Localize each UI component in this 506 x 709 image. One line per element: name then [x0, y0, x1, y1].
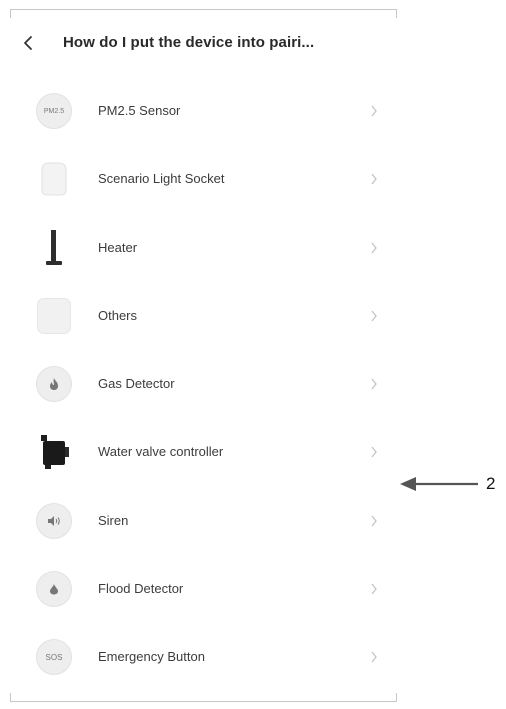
list-item-emergency-button[interactable]: SOS Emergency Button: [0, 623, 400, 691]
pm25-sensor-icon: PM2.5: [34, 91, 74, 131]
list-item-label: Heater: [98, 239, 138, 255]
chevron-right-icon: [371, 651, 377, 663]
list-item-heater[interactable]: Heater: [0, 214, 400, 282]
chevron-right-icon: [371, 515, 377, 527]
sos-icon: SOS: [34, 637, 74, 677]
list-item-label: Scenario Light Socket: [98, 171, 225, 187]
callout-arrow-icon: [400, 477, 478, 491]
device-pairing-help-screen: How do I put the device into pairi... PM…: [0, 0, 506, 709]
screen-frame-bottom: [10, 692, 397, 702]
chevron-right-icon: [371, 242, 377, 253]
list-item-gas-detector[interactable]: Gas Detector: [0, 350, 400, 418]
pm25-badge: PM2.5: [36, 93, 72, 129]
list-item-others[interactable]: Others: [0, 282, 400, 350]
list-item-pm25-sensor[interactable]: PM2.5 PM2.5 Sensor: [0, 77, 400, 145]
light-socket-icon: [34, 159, 74, 199]
back-button[interactable]: [17, 32, 39, 54]
list-item-flood-detector[interactable]: Flood Detector: [0, 555, 400, 623]
chevron-right-icon: [371, 447, 377, 458]
chevron-right-icon: [371, 173, 377, 185]
list-item-label: Gas Detector: [98, 376, 175, 392]
chevron-right-icon: [371, 378, 377, 390]
list-item-label: Siren: [98, 512, 129, 528]
list-item-label: Others: [98, 307, 138, 323]
list-item-label: PM2.5 Sensor: [98, 103, 181, 118]
water-drop-icon: [34, 569, 74, 609]
screen-frame-top: [10, 9, 397, 19]
callout-number: 2: [486, 474, 496, 493]
water-valve-icon: [34, 432, 74, 472]
chevron-left-icon: [24, 36, 32, 50]
list-item-label: Flood Detector: [98, 581, 184, 597]
speaker-icon: [34, 501, 74, 541]
flame-icon: [34, 364, 74, 404]
device-list: PM2.5 PM2.5 Sensor Scenario Light Socket…: [0, 77, 400, 692]
list-item-label: Emergency Button: [98, 649, 205, 665]
heater-icon: [34, 228, 74, 268]
list-item-water-valve-controller[interactable]: Water valve controller: [0, 418, 400, 486]
list-item-scenario-light-socket[interactable]: Scenario Light Socket: [0, 145, 400, 213]
chevron-right-icon: [371, 105, 377, 117]
chevron-right-icon: [371, 310, 377, 322]
page-title: How do I put the device into pairi...: [63, 34, 315, 51]
others-icon: [34, 296, 74, 336]
list-item-siren[interactable]: Siren: [0, 487, 400, 555]
list-item-label: Water valve controller: [98, 444, 224, 460]
sos-badge: SOS: [36, 639, 72, 676]
header-bar: How do I put the device into pairi...: [0, 26, 400, 60]
chevron-right-icon: [371, 583, 377, 595]
